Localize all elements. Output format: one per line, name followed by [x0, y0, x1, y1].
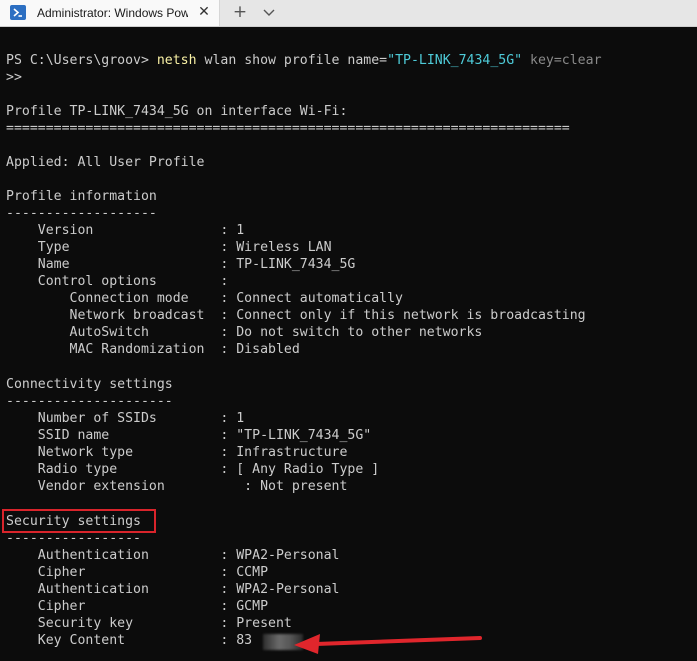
output-row: Connection mode : Connect automatically [6, 291, 403, 306]
continuation-prompt: >> [6, 70, 22, 85]
output-row: MAC Randomization : Disabled [6, 342, 300, 357]
security-settings-highlight [2, 509, 156, 533]
output-row: Cipher : CCMP [6, 565, 269, 580]
output-row: Authentication : WPA2-Personal [6, 548, 340, 563]
command-flag: key=clear [522, 53, 602, 68]
command-string-arg: "TP-LINK_7434_5G" [387, 53, 523, 68]
output-row: Radio type : [ Any Radio Type ] [6, 462, 380, 477]
output-row: Control options : [6, 274, 229, 289]
command-line: PS C:\Users\groov> netsh wlan show profi… [6, 52, 602, 69]
annotation-arrow-icon [294, 634, 482, 654]
output-row: Security key : Present [6, 616, 292, 631]
chevron-down-icon[interactable] [261, 4, 277, 20]
output-row: Network type : Infrastructure [6, 445, 348, 460]
output-row: AutoSwitch : Do not switch to other netw… [6, 325, 483, 340]
applied-line: Applied: All User Profile [6, 155, 205, 170]
output-row: SSID name : "TP-LINK_7434_5G" [6, 428, 372, 443]
command-name: netsh [156, 53, 197, 68]
new-tab-button[interactable]: + [231, 3, 249, 21]
section-title: Profile information [6, 189, 157, 204]
profile-header: Profile TP-LINK_7434_5G on interface Wi-… [6, 104, 348, 119]
output-row: Vendor extension : Not present [6, 479, 348, 494]
section-title: Connectivity settings [6, 377, 173, 392]
output-row: Number of SSIDs : 1 [6, 411, 245, 426]
output-row: Name : TP-LINK_7434_5G [6, 257, 356, 272]
command-args: wlan show profile name= [196, 53, 388, 68]
section-rule: --------------------- [6, 394, 173, 409]
section-rule: ------------------- [6, 206, 157, 221]
output-row: Network broadcast : Connect only if this… [6, 308, 586, 323]
profile-rule: ========================================… [6, 121, 570, 136]
tab-bar: Administrator: Windows PowerS ✕ + [0, 0, 697, 27]
powershell-window: Administrator: Windows PowerS ✕ + PS C:\… [0, 0, 697, 661]
output-row: Type : Wireless LAN [6, 240, 332, 255]
output-row: Version : 1 [6, 223, 245, 238]
close-icon[interactable]: ✕ [196, 4, 212, 20]
prompt: PS C:\Users\groov> [6, 53, 157, 68]
key-content-row: Key Content : 83 [6, 633, 253, 648]
powershell-icon [10, 5, 26, 20]
tab-title: Administrator: Windows PowerS [37, 6, 188, 20]
output-row: Cipher : GCMP [6, 599, 269, 614]
output-row: Authentication : WPA2-Personal [6, 582, 340, 597]
tab-powershell[interactable]: Administrator: Windows PowerS ✕ [0, 0, 220, 26]
